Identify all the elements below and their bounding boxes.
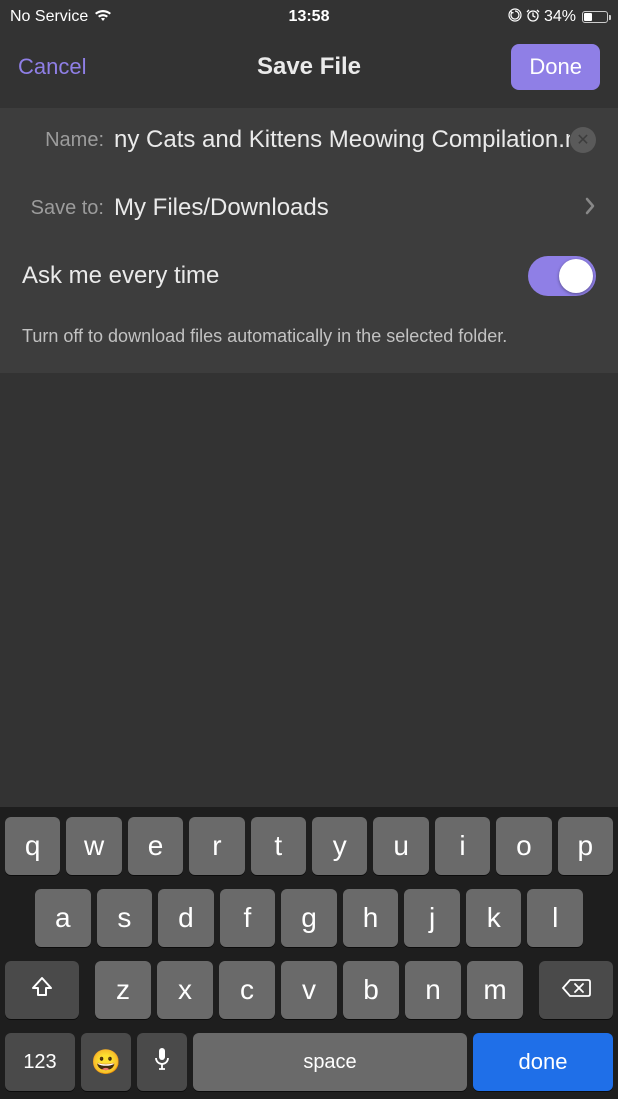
key-k[interactable]: k xyxy=(466,889,522,947)
shift-icon xyxy=(29,974,55,1007)
key-q[interactable]: q xyxy=(5,817,60,875)
cancel-button[interactable]: Cancel xyxy=(18,54,86,80)
status-bar: No Service 13:58 34% xyxy=(0,0,618,30)
key-o[interactable]: o xyxy=(496,817,551,875)
key-h[interactable]: h xyxy=(343,889,399,947)
key-r[interactable]: r xyxy=(189,817,244,875)
hint-text: Turn off to download files automatically… xyxy=(22,324,596,349)
key-j[interactable]: j xyxy=(404,889,460,947)
key-w[interactable]: w xyxy=(66,817,121,875)
page-title: Save File xyxy=(257,53,361,81)
key-n[interactable]: n xyxy=(405,961,461,1019)
alarm-icon xyxy=(526,8,540,27)
navigation-bar: Cancel Save File Done xyxy=(0,30,618,108)
key-l[interactable]: l xyxy=(527,889,583,947)
chevron-right-icon xyxy=(584,195,596,221)
ask-every-time-toggle[interactable] xyxy=(528,256,596,296)
backspace-icon xyxy=(561,974,591,1006)
save-to-row[interactable]: Save to: My Files/Downloads xyxy=(22,194,596,222)
name-label: Name: xyxy=(22,129,114,152)
carrier-text: No Service xyxy=(10,8,88,26)
ask-every-time-row: Ask me every time xyxy=(22,256,596,296)
numbers-key[interactable]: 123 xyxy=(5,1033,75,1091)
name-row: Name: ✕ xyxy=(22,126,596,154)
battery-icon xyxy=(582,11,608,23)
key-e[interactable]: e xyxy=(128,817,183,875)
key-g[interactable]: g xyxy=(281,889,337,947)
key-c[interactable]: c xyxy=(219,961,275,1019)
saveto-label: Save to: xyxy=(22,197,114,220)
emoji-icon: 😀 xyxy=(91,1048,121,1077)
orientation-lock-icon xyxy=(508,8,522,27)
dictation-key[interactable] xyxy=(137,1033,187,1091)
done-button[interactable]: Done xyxy=(511,44,600,90)
key-s[interactable]: s xyxy=(97,889,153,947)
keyboard-row-3: z x c v b n m xyxy=(5,961,613,1019)
key-a[interactable]: a xyxy=(35,889,91,947)
battery-percent: 34% xyxy=(544,8,576,26)
status-time: 13:58 xyxy=(289,8,330,26)
save-form: Name: ✕ Save to: My Files/Downloads Ask … xyxy=(0,108,618,373)
close-icon: ✕ xyxy=(576,130,589,150)
key-x[interactable]: x xyxy=(157,961,213,1019)
shift-key[interactable] xyxy=(5,961,79,1019)
key-y[interactable]: y xyxy=(312,817,367,875)
key-v[interactable]: v xyxy=(281,961,337,1019)
wifi-icon xyxy=(94,8,112,27)
clear-text-button[interactable]: ✕ xyxy=(570,127,596,153)
toggle-knob xyxy=(559,259,593,293)
key-b[interactable]: b xyxy=(343,961,399,1019)
key-u[interactable]: u xyxy=(373,817,428,875)
microphone-icon xyxy=(153,1046,171,1079)
filename-input[interactable] xyxy=(114,126,570,154)
saveto-value: My Files/Downloads xyxy=(114,194,584,222)
keyboard-row-4: 123 😀 space done xyxy=(5,1033,613,1091)
backspace-key[interactable] xyxy=(539,961,613,1019)
emoji-key[interactable]: 😀 xyxy=(81,1033,131,1091)
keyboard-done-key[interactable]: done xyxy=(473,1033,613,1091)
key-f[interactable]: f xyxy=(220,889,276,947)
key-i[interactable]: i xyxy=(435,817,490,875)
key-p[interactable]: p xyxy=(558,817,613,875)
ask-every-time-label: Ask me every time xyxy=(22,262,219,290)
key-m[interactable]: m xyxy=(467,961,523,1019)
onscreen-keyboard: q w e r t y u i o p a s d f g h j k l z … xyxy=(0,807,618,1099)
key-d[interactable]: d xyxy=(158,889,214,947)
key-t[interactable]: t xyxy=(251,817,306,875)
space-key[interactable]: space xyxy=(193,1033,467,1091)
keyboard-row-2: a s d f g h j k l xyxy=(5,889,613,947)
keyboard-row-1: q w e r t y u i o p xyxy=(5,817,613,875)
key-z[interactable]: z xyxy=(95,961,151,1019)
